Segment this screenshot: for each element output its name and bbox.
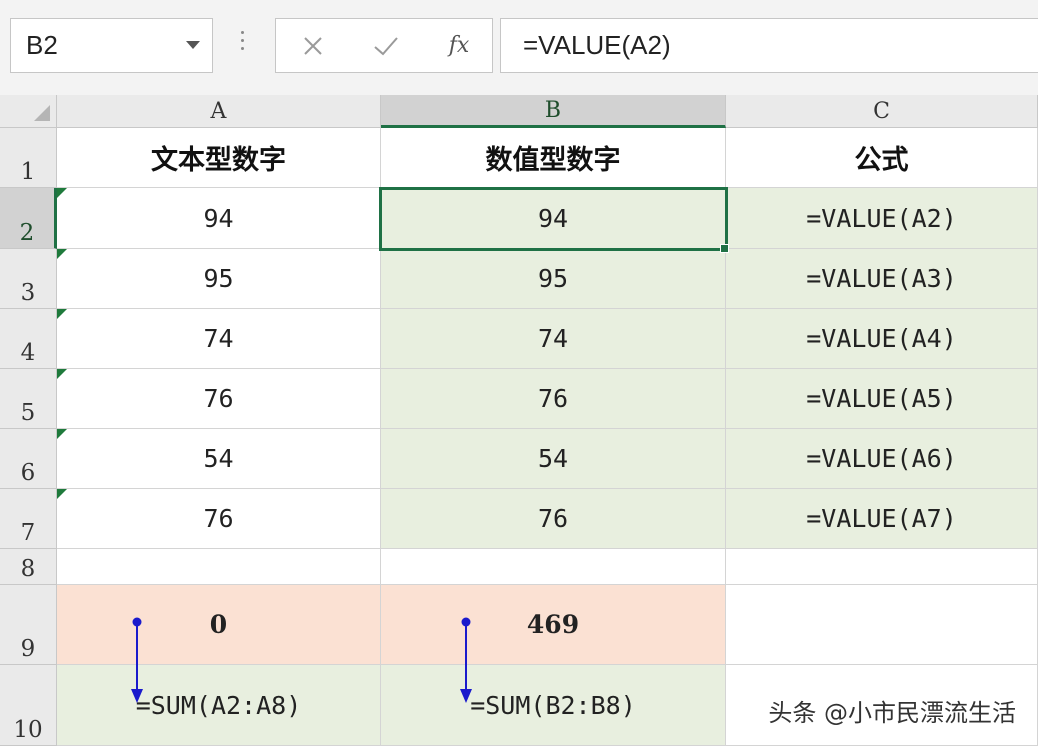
cell-value: 76 xyxy=(537,504,569,533)
cell-b10[interactable]: =SUM(B2:B8) xyxy=(381,665,726,746)
cell-value: 74 xyxy=(203,324,234,353)
row-header-10[interactable]: 10 xyxy=(0,665,57,746)
cell-a10[interactable]: =SUM(A2:A8) xyxy=(57,665,381,746)
error-indicator-icon[interactable] xyxy=(57,249,67,259)
cell-c9[interactable] xyxy=(726,585,1038,665)
more-options-icon[interactable] xyxy=(236,31,248,59)
cell-b5[interactable]: 76 xyxy=(381,369,726,429)
cell-value: =VALUE(A4) xyxy=(806,324,957,353)
cell-value: 94 xyxy=(203,203,234,233)
cell-a3[interactable]: 95 xyxy=(57,249,381,309)
cell-a7[interactable]: 76 xyxy=(57,489,381,549)
row-header-8[interactable]: 8 xyxy=(0,549,57,585)
cell-value: =VALUE(A7) xyxy=(806,504,957,533)
error-indicator-icon[interactable] xyxy=(57,369,67,379)
formula-buttons: fx xyxy=(275,18,493,73)
fx-icon: fx xyxy=(448,33,470,58)
cell-a5[interactable]: 76 xyxy=(57,369,381,429)
row-header-5[interactable]: 5 xyxy=(0,369,57,429)
cell-a9[interactable]: 0 xyxy=(57,585,381,665)
header-numeric-number: 数值型数字 xyxy=(485,145,621,176)
formula-bar: B2 fx =VALUE(A2) xyxy=(0,0,1038,95)
row-header-9[interactable]: 9 xyxy=(0,585,57,665)
row-header-2[interactable]: 2 xyxy=(0,188,57,249)
cell-a1[interactable]: 文本型数字 xyxy=(57,128,381,188)
header-formula: 公式 xyxy=(854,145,909,176)
cell-a2[interactable]: 94 xyxy=(57,188,381,249)
cell-b7[interactable]: 76 xyxy=(381,489,726,549)
cell-value: 95 xyxy=(203,264,234,293)
cell-value: =SUM(A2:A8) xyxy=(135,690,302,720)
cell-c5[interactable]: =VALUE(A5) xyxy=(726,369,1038,429)
row-header-6[interactable]: 6 xyxy=(0,429,57,489)
annotation-arrow-b xyxy=(460,617,472,703)
row-header-7[interactable]: 7 xyxy=(0,489,57,549)
row-header-1[interactable]: 1 xyxy=(0,128,57,188)
cell-value: 74 xyxy=(537,324,569,353)
cell-c6[interactable]: =VALUE(A6) xyxy=(726,429,1038,489)
column-header-a[interactable]: A xyxy=(57,95,381,128)
worksheet: A B C 1 2 3 4 5 6 7 8 9 10 文本型数字 数值型数字 公… xyxy=(0,95,1038,746)
cell-value: =VALUE(A2) xyxy=(806,203,957,233)
cell-value: 76 xyxy=(203,384,234,413)
error-indicator-icon[interactable] xyxy=(57,489,67,499)
cell-b9[interactable]: 469 xyxy=(381,585,726,665)
error-indicator-icon[interactable] xyxy=(57,309,67,319)
formula-input[interactable]: =VALUE(A2) xyxy=(500,18,1038,73)
row-header-4[interactable]: 4 xyxy=(0,309,57,369)
error-indicator-icon[interactable] xyxy=(57,188,67,198)
cell-value: 94 xyxy=(537,203,569,233)
cell-value: 0 xyxy=(209,610,228,639)
fill-handle[interactable] xyxy=(720,244,729,253)
cell-value: =VALUE(A5) xyxy=(806,384,957,413)
error-indicator-icon[interactable] xyxy=(57,429,67,439)
cell-b3[interactable]: 95 xyxy=(381,249,726,309)
cell-value: 54 xyxy=(537,444,569,473)
dropdown-arrow-icon[interactable] xyxy=(186,41,200,49)
watermark: 头条 @小市民漂流生活 xyxy=(764,693,1020,728)
cell-value: 54 xyxy=(203,444,234,473)
cell-c8[interactable] xyxy=(726,549,1038,585)
cell-c2[interactable]: =VALUE(A2) xyxy=(726,188,1038,249)
cell-c1[interactable]: 公式 xyxy=(726,128,1038,188)
cell-b8[interactable] xyxy=(381,549,726,585)
cell-b4[interactable]: 74 xyxy=(381,309,726,369)
cell-value: 76 xyxy=(203,504,234,533)
cell-b2[interactable]: 94 xyxy=(381,188,726,249)
cell-value: =VALUE(A3) xyxy=(806,264,957,293)
cancel-icon xyxy=(304,36,322,55)
annotation-arrow-a xyxy=(131,617,143,703)
insert-function-button[interactable]: fx xyxy=(429,19,489,72)
cancel-button[interactable] xyxy=(283,19,343,72)
row-header-3[interactable]: 3 xyxy=(0,249,57,309)
cell-value: =VALUE(A6) xyxy=(806,444,957,473)
enter-button[interactable] xyxy=(356,19,416,72)
cell-value: 76 xyxy=(537,384,569,413)
cell-a8[interactable] xyxy=(57,549,381,585)
column-header-b[interactable]: B xyxy=(381,95,726,128)
check-icon xyxy=(374,36,398,55)
cell-a4[interactable]: 74 xyxy=(57,309,381,369)
cell-b6[interactable]: 54 xyxy=(381,429,726,489)
cell-c4[interactable]: =VALUE(A4) xyxy=(726,309,1038,369)
cell-value: 469 xyxy=(526,610,580,639)
name-box-value[interactable]: B2 xyxy=(26,30,58,61)
formula-text[interactable]: =VALUE(A2) xyxy=(523,30,671,61)
cell-value: 95 xyxy=(537,264,569,293)
column-header-c[interactable]: C xyxy=(726,95,1038,128)
header-text-number: 文本型数字 xyxy=(151,145,286,176)
cell-value: =SUM(B2:B8) xyxy=(470,690,636,720)
select-all-corner[interactable] xyxy=(0,95,57,128)
cell-a6[interactable]: 54 xyxy=(57,429,381,489)
cell-c7[interactable]: =VALUE(A7) xyxy=(726,489,1038,549)
cell-b1[interactable]: 数值型数字 xyxy=(381,128,726,188)
name-box[interactable]: B2 xyxy=(10,18,213,73)
cell-c3[interactable]: =VALUE(A3) xyxy=(726,249,1038,309)
